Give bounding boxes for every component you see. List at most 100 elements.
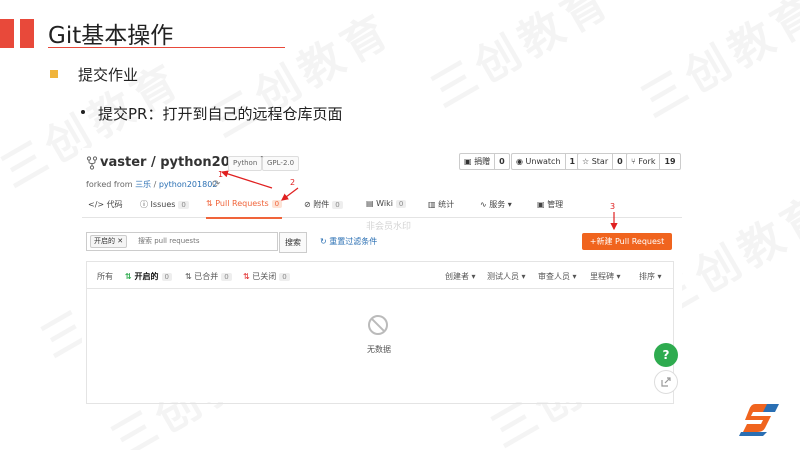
tab-label: 代码 — [106, 200, 123, 209]
chevron-down-icon: ▾ — [614, 272, 621, 281]
filter-search-box[interactable]: 开启的 ✕ — [86, 232, 278, 251]
repo-screenshot: vaster / python201802 Python GPL-2.0 for… — [82, 148, 682, 404]
filter-chip[interactable]: 开启的 ✕ — [90, 235, 128, 248]
tab-label: 服务 — [489, 200, 506, 209]
watermark-text: 三创教育 — [627, 0, 800, 130]
filter-tab-count: 0 — [279, 273, 290, 281]
dropdown-label: 审查人员 — [538, 272, 570, 281]
bullet-level1: 提交作业 — [78, 66, 139, 84]
dropdown-label: 测试人员 — [487, 272, 519, 281]
overlay-watermark: 非会员水印 — [366, 222, 412, 232]
tab-admin[interactable]: ▣ 管理 — [537, 199, 563, 217]
license-badge[interactable]: GPL-2.0 — [262, 156, 300, 171]
donate-label: 捐赠 — [474, 157, 491, 166]
search-button[interactable]: 搜索 — [279, 232, 307, 253]
no-data-icon — [368, 315, 388, 335]
filter-tab-label: 所有 — [97, 272, 113, 281]
dropdown-milestone[interactable]: 里程碑 ▾ — [590, 271, 621, 282]
chevron-down-icon: ▾ — [655, 272, 662, 281]
tab-label: Pull Requests — [215, 199, 269, 208]
chevron-down-icon: ▾ — [469, 272, 476, 281]
pull-request-list: 所有 ⇅ 开启的 0 ⇅ 已合并 0 ⇅ 已关闭 0 创建者 ▾ 测试人员 ▾ 审查人… — [86, 261, 674, 404]
star-label: Star — [591, 157, 609, 166]
dropdown-label: 里程碑 — [590, 272, 614, 281]
tab-services[interactable]: ∿ 服务 ▾ — [480, 199, 512, 217]
donate-button[interactable]: ▣ 捐赠 0 — [459, 153, 510, 170]
refresh-icon: ↻ — [320, 237, 330, 246]
forked-owner-link[interactable]: 三乐 — [135, 180, 151, 189]
filter-tab-merged[interactable]: ⇅ 已合并 0 — [185, 271, 232, 282]
annotation-number: 2 — [290, 178, 296, 187]
dropdown-sort[interactable]: 排序 ▾ — [639, 271, 662, 282]
star-icon: ☆ — [582, 157, 592, 166]
slide-title: Git基本操作 — [48, 23, 174, 49]
new-pull-request-button[interactable]: +新建 Pull Request — [582, 233, 672, 250]
filter-tab-count: 0 — [161, 273, 172, 281]
tab-count: 0 — [178, 201, 189, 209]
tab-label: 管理 — [547, 200, 564, 209]
title-underline — [48, 47, 285, 48]
code-icon: </> — [88, 200, 107, 209]
tab-count: 0 — [332, 201, 343, 209]
sync-icon[interactable]: ⟳ — [212, 179, 220, 190]
tab-wiki[interactable]: ▤ Wiki 0 — [366, 199, 407, 217]
tab-label: 统计 — [438, 200, 455, 209]
search-input[interactable] — [138, 235, 268, 246]
filter-tab-label: 已关闭 — [252, 272, 277, 281]
unwatch-label: Unwatch — [525, 157, 561, 166]
paperclip-icon: ⊘ — [304, 200, 314, 209]
settings-icon: ▣ — [537, 200, 548, 209]
donate-count: 0 — [499, 157, 505, 166]
fork-label: Fork — [638, 157, 656, 166]
pulse-icon: ∿ — [480, 200, 490, 209]
list-header: 所有 ⇅ 开启的 0 ⇅ 已合并 0 ⇅ 已关闭 0 创建者 ▾ 测试人员 ▾ 审查人… — [87, 262, 673, 289]
bullet-level2: 提交PR：打开到自己的远程仓库页面 — [98, 105, 343, 123]
fork-icon — [86, 156, 98, 170]
filter-tab-label: 开启的 — [134, 272, 159, 281]
share-button[interactable] — [654, 370, 678, 394]
brand-logo — [739, 404, 779, 436]
tab-stats[interactable]: ▥ 统计 — [428, 199, 454, 217]
book-icon: ▤ — [366, 199, 377, 208]
dropdown-reviewer[interactable]: 审查人员 ▾ — [538, 271, 577, 282]
title-accent-bar — [0, 19, 14, 48]
dropdown-label: 排序 — [639, 272, 655, 281]
filter-tab-open[interactable]: ⇅ 开启的 0 — [125, 271, 172, 282]
forked-repo-link[interactable]: python201802 — [159, 180, 218, 189]
tab-label: 附件 — [313, 200, 330, 209]
dropdown-tester[interactable]: 测试人员 ▾ — [487, 271, 526, 282]
forked-separator: / — [151, 180, 159, 189]
tab-pull-requests[interactable]: ⇅ Pull Requests 0 — [206, 199, 283, 219]
bar-chart-icon: ▥ — [428, 200, 439, 209]
chevron-down-icon: ▾ — [570, 272, 577, 281]
star-button[interactable]: ☆ Star 0 — [577, 153, 628, 170]
filter-tab-closed[interactable]: ⇅ 已关闭 0 — [243, 271, 290, 282]
pull-request-icon: ⇅ — [206, 199, 216, 208]
watermark-text: 三创教育 — [417, 0, 622, 120]
tab-count: 0 — [395, 200, 407, 208]
tab-count: 0 — [271, 200, 283, 208]
tab-issues[interactable]: ⓘ Issues 0 — [140, 199, 189, 217]
chevron-down-icon: ▾ — [505, 200, 512, 209]
fork-button[interactable]: ⑂ Fork 19 — [626, 153, 681, 170]
tab-code[interactable]: </> 代码 — [88, 199, 123, 217]
filter-tab-all[interactable]: 所有 — [97, 271, 113, 282]
reset-filter-link[interactable]: ↻ 重置过滤条件 — [320, 236, 377, 247]
help-button[interactable]: ? — [654, 343, 678, 367]
forked-from: forked from 三乐 / python201802 — [86, 179, 217, 190]
dropdown-author[interactable]: 创建者 ▾ — [445, 271, 476, 282]
watermark-text: 三创教育 — [197, 0, 402, 150]
dropdown-label: 创建者 — [445, 272, 469, 281]
bullet-square-icon — [50, 70, 58, 78]
unwatch-button[interactable]: ◉ Unwatch 1 — [511, 153, 581, 170]
filter-tab-label: 已合并 — [194, 272, 219, 281]
fork-count: 19 — [664, 157, 676, 166]
tab-attachments[interactable]: ⊘ 附件 0 — [304, 199, 343, 217]
language-badge[interactable]: Python — [228, 156, 263, 171]
title-accent-bar — [20, 19, 34, 48]
star-count: 0 — [617, 157, 623, 166]
close-icon[interactable]: ✕ — [115, 237, 123, 245]
chip-label: 开启的 — [94, 237, 115, 245]
forked-prefix: forked from — [86, 180, 133, 189]
donate-icon: ▣ — [464, 157, 475, 166]
